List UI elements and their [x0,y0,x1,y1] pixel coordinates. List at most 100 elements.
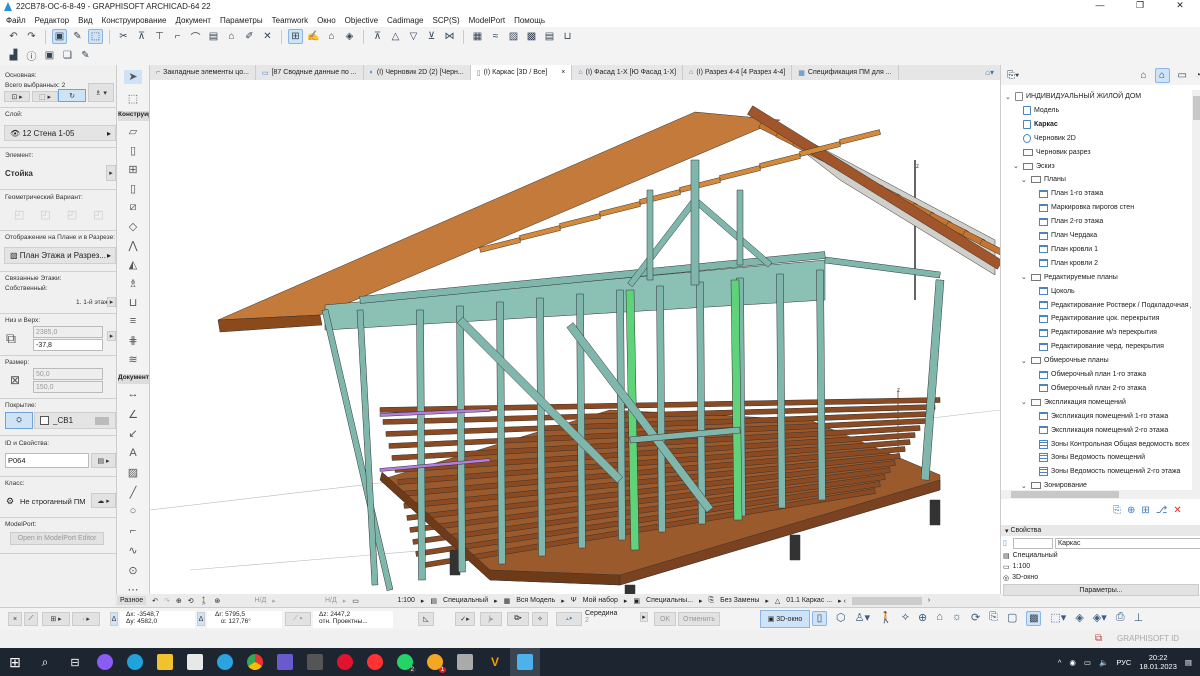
fill-icon[interactable]: ▨ [124,466,142,480]
navigator-item[interactable]: Модель [1013,104,1059,117]
yandex-icon[interactable] [360,648,390,676]
arrow-icon[interactable]: ➤ [124,70,142,84]
cutaway-icon[interactable]: ⊕ [918,611,927,626]
shell-icon[interactable]: ◭ [124,258,142,272]
undo-view-icon[interactable]: ↶ [152,597,158,605]
navigator-item[interactable]: План кровли 2 [1029,257,1098,270]
dimension-icon[interactable]: ↔ [124,388,142,402]
navigator-item[interactable]: ⌄ Экспликация помещений [1021,396,1126,409]
menu-item[interactable]: Параметры [220,16,263,25]
layout-icon[interactable]: ▣ [42,48,57,63]
tab[interactable]: ▦ Спецификация ПМ для ... [792,65,899,80]
navigator-item[interactable]: Редактирование Ростверк / Подкладочная д [1029,299,1191,312]
view-scrollbar[interactable] [851,596,922,605]
publish-icon[interactable]: ✎ [78,48,93,63]
more-tabs-icon[interactable]: ⌂▾ [985,68,1000,77]
navigator-item[interactable]: План 2-го этажа [1029,215,1103,228]
point-icon[interactable]: · ▸ [72,612,100,626]
close-button[interactable]: ✕ [1160,0,1200,11]
surface-selector[interactable]: _CB1 [34,412,116,429]
roof-icon[interactable]: ⋀ [124,239,142,253]
marquee-icon[interactable]: ⬚ [124,92,142,106]
snap-grid-icon[interactable]: ⧉▸ [507,612,529,626]
menu-item[interactable]: Objective [345,16,378,25]
3d-icon[interactable]: ◈ [342,29,357,44]
properties-header[interactable]: ▾ Свойства [1001,525,1200,536]
level-icon[interactable]: ∠ [124,408,142,422]
scale-selector[interactable]: 1:100 [365,597,415,604]
navigator-item[interactable]: Цоколь [1029,285,1075,298]
id-field[interactable]: P064 [5,453,89,468]
walk-icon[interactable]: 🚶 [200,597,209,605]
navigator-item[interactable]: Редактирование м/э перекрытия [1029,326,1157,339]
chevron-down-icon[interactable]: ⌄ [1021,482,1028,490]
navigator-item[interactable]: План 1-го этажа [1029,187,1103,200]
minimize-button[interactable]: — [1080,0,1120,11]
toolbox-group-header[interactable]: Документирование [118,374,149,384]
task-view-icon[interactable]: ⊟ [60,648,90,676]
graphisoft-id-link[interactable]: GRAPHISOFT ID [1117,634,1179,643]
ok-button[interactable]: OK [654,612,676,626]
layer-selector[interactable]: 👁 12 Стена 1-05 ▸ [4,125,116,141]
scissors-icon[interactable]: ✂ [116,29,131,44]
zoom-fit-icon[interactable]: ⊛ [214,597,220,605]
explorer-icon[interactable] [150,648,180,676]
network-icon[interactable]: ▭ [1084,658,1091,667]
menu-item[interactable]: Окно [317,16,336,25]
chevron-down-icon[interactable]: ⌄ [1005,93,1012,101]
clock[interactable]: 20:22 18.01.2023 [1139,653,1177,671]
wall-icon[interactable]: ▱ [124,125,142,139]
grid-snap-icon[interactable]: ⊞ [288,29,303,44]
navigator-item[interactable]: ⌄ Планы [1021,173,1066,186]
brush-icon[interactable]: ✍ [306,29,321,44]
sun-icon[interactable]: ☼ [952,611,962,626]
navigator-item[interactable]: Редактирование черд. перекрытия [1029,340,1164,353]
walk-icon[interactable]: 🚶 [879,611,893,626]
menu-item[interactable]: Файл [6,16,26,25]
z-coordinate[interactable]: Δz: 2447,2 отн. Проектны... [313,611,393,628]
app-icon[interactable]: 1 [420,648,450,676]
properties-button[interactable]: ▤ ▸ [91,453,116,468]
house-view-icon[interactable]: ⌂ [936,611,943,626]
curve-icon[interactable]: ⌒ [188,29,203,44]
view-map-icon[interactable]: ⌂ [1154,67,1170,83]
notifications-icon[interactable]: ▤ [1185,658,1192,667]
mesh-icon[interactable]: ≋ [124,353,142,367]
view-name-field[interactable]: Каркас [1055,538,1200,549]
menu-item[interactable]: ModelPort [469,16,505,25]
v7-icon[interactable]: V [480,648,510,676]
view-id-field[interactable] [1013,538,1053,549]
circle-icon[interactable]: ○ [124,505,142,519]
door-icon[interactable]: ▯ [124,144,142,158]
polar-coordinates[interactable]: Δr: 5795,5 α: 127,76° [207,611,282,628]
store-icon[interactable] [180,648,210,676]
navigator-item[interactable]: Зоны Ведомость помещений [1029,451,1145,464]
navigator-item[interactable]: ⌄ Зонирование [1021,479,1087,490]
delete-icon[interactable]: ✕ [1173,505,1181,516]
parameters-button[interactable]: Параметры... [1003,584,1199,596]
snap-icon[interactable]: × [8,612,22,626]
explore-icon[interactable]: ⟡ [902,611,909,626]
line-icon[interactable]: ⟋ ▸ [285,612,311,626]
tree-vertical-scrollbar[interactable] [1192,90,1200,490]
start-button[interactable]: ⊞ [0,648,30,676]
object-type-button[interactable]: ♗ ▾ [88,83,114,102]
spline-icon[interactable]: ∿ [124,544,142,558]
height-field[interactable]: 150,0 [33,381,103,393]
layers-icon[interactable]: ▦ [470,29,485,44]
3d-viewport[interactable]: z z [150,80,1000,594]
project-map-icon[interactable]: ⌂ [1140,70,1146,81]
pen-set-selector[interactable]: Мой набор [583,597,618,604]
relative-icon[interactable]: Δ [110,612,118,626]
snap-menu-button[interactable]: ▸ [640,612,648,622]
label-icon[interactable]: ↙ [124,427,142,441]
house-icon[interactable]: ⌂ [224,29,239,44]
navigator-item[interactable]: План Чердака [1029,229,1097,242]
navigator-item[interactable]: ⌄ Обмерочные планы [1021,354,1109,367]
rotate-button[interactable]: ↻ [58,89,86,102]
menu-item[interactable]: SCP(S) [433,16,460,25]
grid-icon[interactable]: ⊞ ▸ [42,612,70,626]
tab[interactable]: ▭ [87 Сводные данные по ... [256,65,364,80]
marquee-settings-button[interactable]: ⬚ ▸ [32,91,58,102]
width-field[interactable]: 50,0 [33,368,103,380]
